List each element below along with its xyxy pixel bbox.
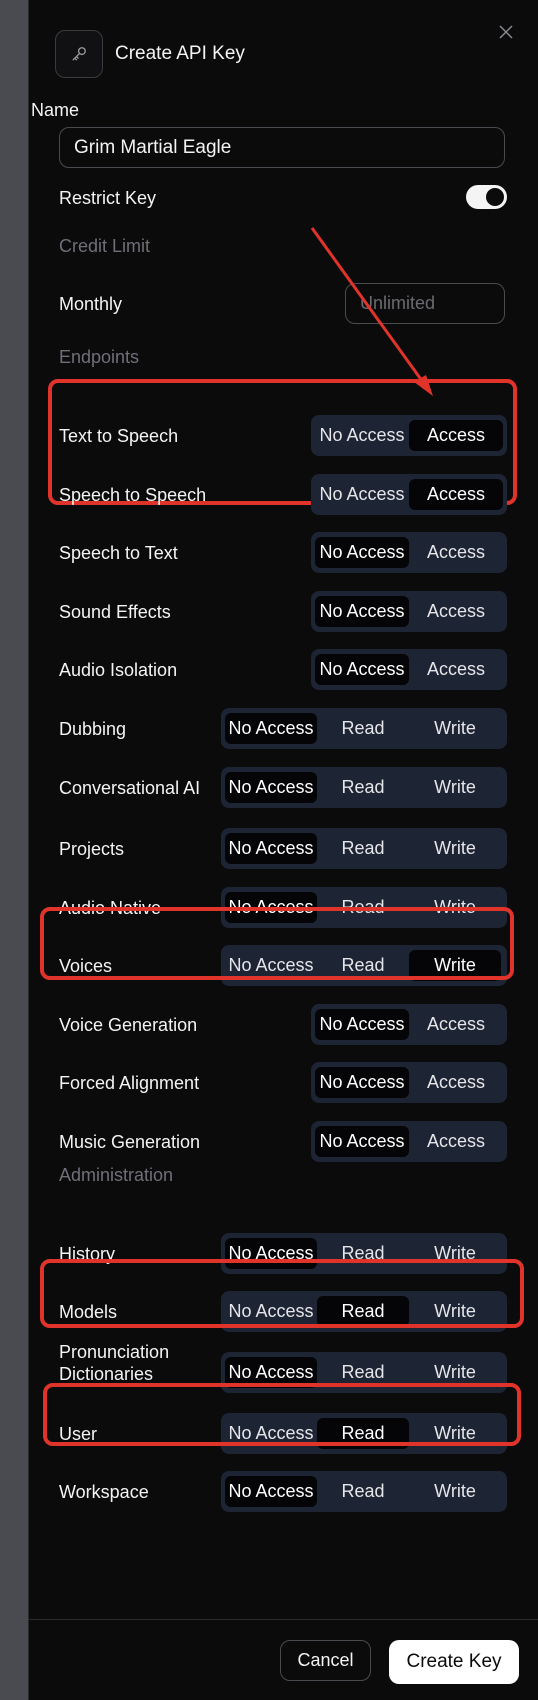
permission-selector-sound-effects: No Access Access xyxy=(311,591,507,632)
permission-selector-speech-to-speech: No Access Access xyxy=(311,474,507,515)
permission-label-voice-generation: Voice Generation xyxy=(59,1015,198,1035)
option-no-access[interactable]: No Access xyxy=(225,1357,317,1388)
monthly-label: Monthly xyxy=(59,294,123,314)
restrict-key-toggle[interactable] xyxy=(466,185,507,209)
close-icon[interactable] xyxy=(496,22,516,42)
create-key-button[interactable]: Create Key xyxy=(389,1640,519,1684)
option-access[interactable]: Access xyxy=(409,537,503,568)
key-icon xyxy=(55,30,103,78)
permission-label-pronunciation-dictionaries: Pronunciation Dictionaries xyxy=(59,1342,170,1384)
option-no-access[interactable]: No Access xyxy=(225,1238,317,1269)
option-no-access[interactable]: No Access xyxy=(315,537,409,568)
permission-label-sound-effects: Sound Effects xyxy=(59,602,171,622)
option-no-access[interactable]: No Access xyxy=(315,479,409,510)
permission-selector-dubbing: No Access Read Write xyxy=(221,708,507,749)
option-no-access[interactable]: No Access xyxy=(315,1126,409,1157)
option-no-access[interactable]: No Access xyxy=(315,1009,409,1040)
permission-selector-history: No Access Read Write xyxy=(221,1233,507,1274)
permission-label-audio-isolation: Audio Isolation xyxy=(59,660,178,680)
permission-selector-projects: No Access Read Write xyxy=(221,828,507,869)
restrict-key-label: Restrict Key xyxy=(59,188,157,208)
permission-selector-models: No Access Read Write xyxy=(221,1291,507,1332)
option-write[interactable]: Write xyxy=(409,1418,501,1449)
option-access[interactable]: Access xyxy=(409,420,503,451)
option-write[interactable]: Write xyxy=(409,892,501,923)
option-no-access[interactable]: No Access xyxy=(225,772,317,803)
option-no-access[interactable]: No Access xyxy=(315,654,409,685)
credit-limit-section: Credit Limit xyxy=(59,236,151,256)
permission-label-text-to-speech: Text to Speech xyxy=(59,426,179,446)
cancel-button[interactable]: Cancel xyxy=(280,1640,371,1681)
option-read[interactable]: Read xyxy=(317,713,409,744)
option-write[interactable]: Write xyxy=(409,1296,501,1327)
option-write[interactable]: Write xyxy=(409,833,501,864)
option-write[interactable]: Write xyxy=(409,1476,501,1507)
option-write[interactable]: Write xyxy=(409,1238,501,1269)
option-write[interactable]: Write xyxy=(409,772,501,803)
dialog-title: Create API Key xyxy=(115,43,245,64)
permission-selector-audio-isolation: No Access Access xyxy=(311,649,507,690)
option-no-access[interactable]: No Access xyxy=(315,1067,409,1098)
permission-selector-text-to-speech: No Access Access xyxy=(311,415,507,456)
permission-selector-forced-alignment: No Access Access xyxy=(311,1062,507,1103)
permission-selector-voice-generation: No Access Access xyxy=(311,1004,507,1045)
administration-section: Administration xyxy=(59,1165,174,1185)
option-access[interactable]: Access xyxy=(409,1067,503,1098)
monthly-limit-input[interactable] xyxy=(345,283,505,324)
option-read[interactable]: Read xyxy=(317,892,409,923)
option-access[interactable]: Access xyxy=(409,1009,503,1040)
permission-selector-audio-native: No Access Read Write xyxy=(221,887,507,928)
permission-selector-user: No Access Read Write xyxy=(221,1413,507,1454)
option-read[interactable]: Read xyxy=(317,1476,409,1507)
option-no-access[interactable]: No Access xyxy=(225,1418,317,1449)
option-read[interactable]: Read xyxy=(317,1296,409,1327)
footer-divider xyxy=(28,1619,538,1620)
option-no-access[interactable]: No Access xyxy=(225,950,317,981)
name-label: Name xyxy=(31,100,80,120)
page-backdrop xyxy=(0,0,28,1700)
option-read[interactable]: Read xyxy=(317,950,409,981)
option-no-access[interactable]: No Access xyxy=(315,596,409,627)
option-read[interactable]: Read xyxy=(317,833,409,864)
endpoints-section: Endpoints xyxy=(59,347,140,367)
option-no-access[interactable]: No Access xyxy=(225,1296,317,1327)
permission-selector-speech-to-text: No Access Access xyxy=(311,532,507,573)
permission-label-speech-to-speech: Speech to Speech xyxy=(59,485,207,505)
permission-selector-voices: No Access Read Write xyxy=(221,945,507,986)
permission-selector-workspace: No Access Read Write xyxy=(221,1471,507,1512)
option-access[interactable]: Access xyxy=(409,479,503,510)
name-input[interactable] xyxy=(59,127,505,168)
permission-selector-pronunciation-dictionaries: No Access Read Write xyxy=(221,1352,507,1393)
option-write[interactable]: Write xyxy=(409,1357,501,1388)
toggle-knob xyxy=(486,188,504,206)
option-access[interactable]: Access xyxy=(409,596,503,627)
option-no-access[interactable]: No Access xyxy=(225,892,317,923)
option-no-access[interactable]: No Access xyxy=(225,713,317,744)
option-write[interactable]: Write xyxy=(409,713,501,744)
permission-label-forced-alignment: Forced Alignment xyxy=(59,1073,200,1093)
option-no-access[interactable]: No Access xyxy=(315,420,409,451)
permission-label-music-generation: Music Generation xyxy=(59,1132,201,1152)
permission-selector-conversational-ai: No Access Read Write xyxy=(221,767,507,808)
dialog-header: Create API Key xyxy=(55,30,245,78)
option-no-access[interactable]: No Access xyxy=(225,833,317,864)
option-read[interactable]: Read xyxy=(317,1418,409,1449)
option-read[interactable]: Read xyxy=(317,1357,409,1388)
option-access[interactable]: Access xyxy=(409,654,503,685)
option-read[interactable]: Read xyxy=(317,772,409,803)
option-write[interactable]: Write xyxy=(409,950,501,981)
option-read[interactable]: Read xyxy=(317,1238,409,1269)
permission-label-speech-to-text: Speech to Text xyxy=(59,543,178,563)
option-no-access[interactable]: No Access xyxy=(225,1476,317,1507)
option-access[interactable]: Access xyxy=(409,1126,503,1157)
permission-selector-music-generation: No Access Access xyxy=(311,1121,507,1162)
